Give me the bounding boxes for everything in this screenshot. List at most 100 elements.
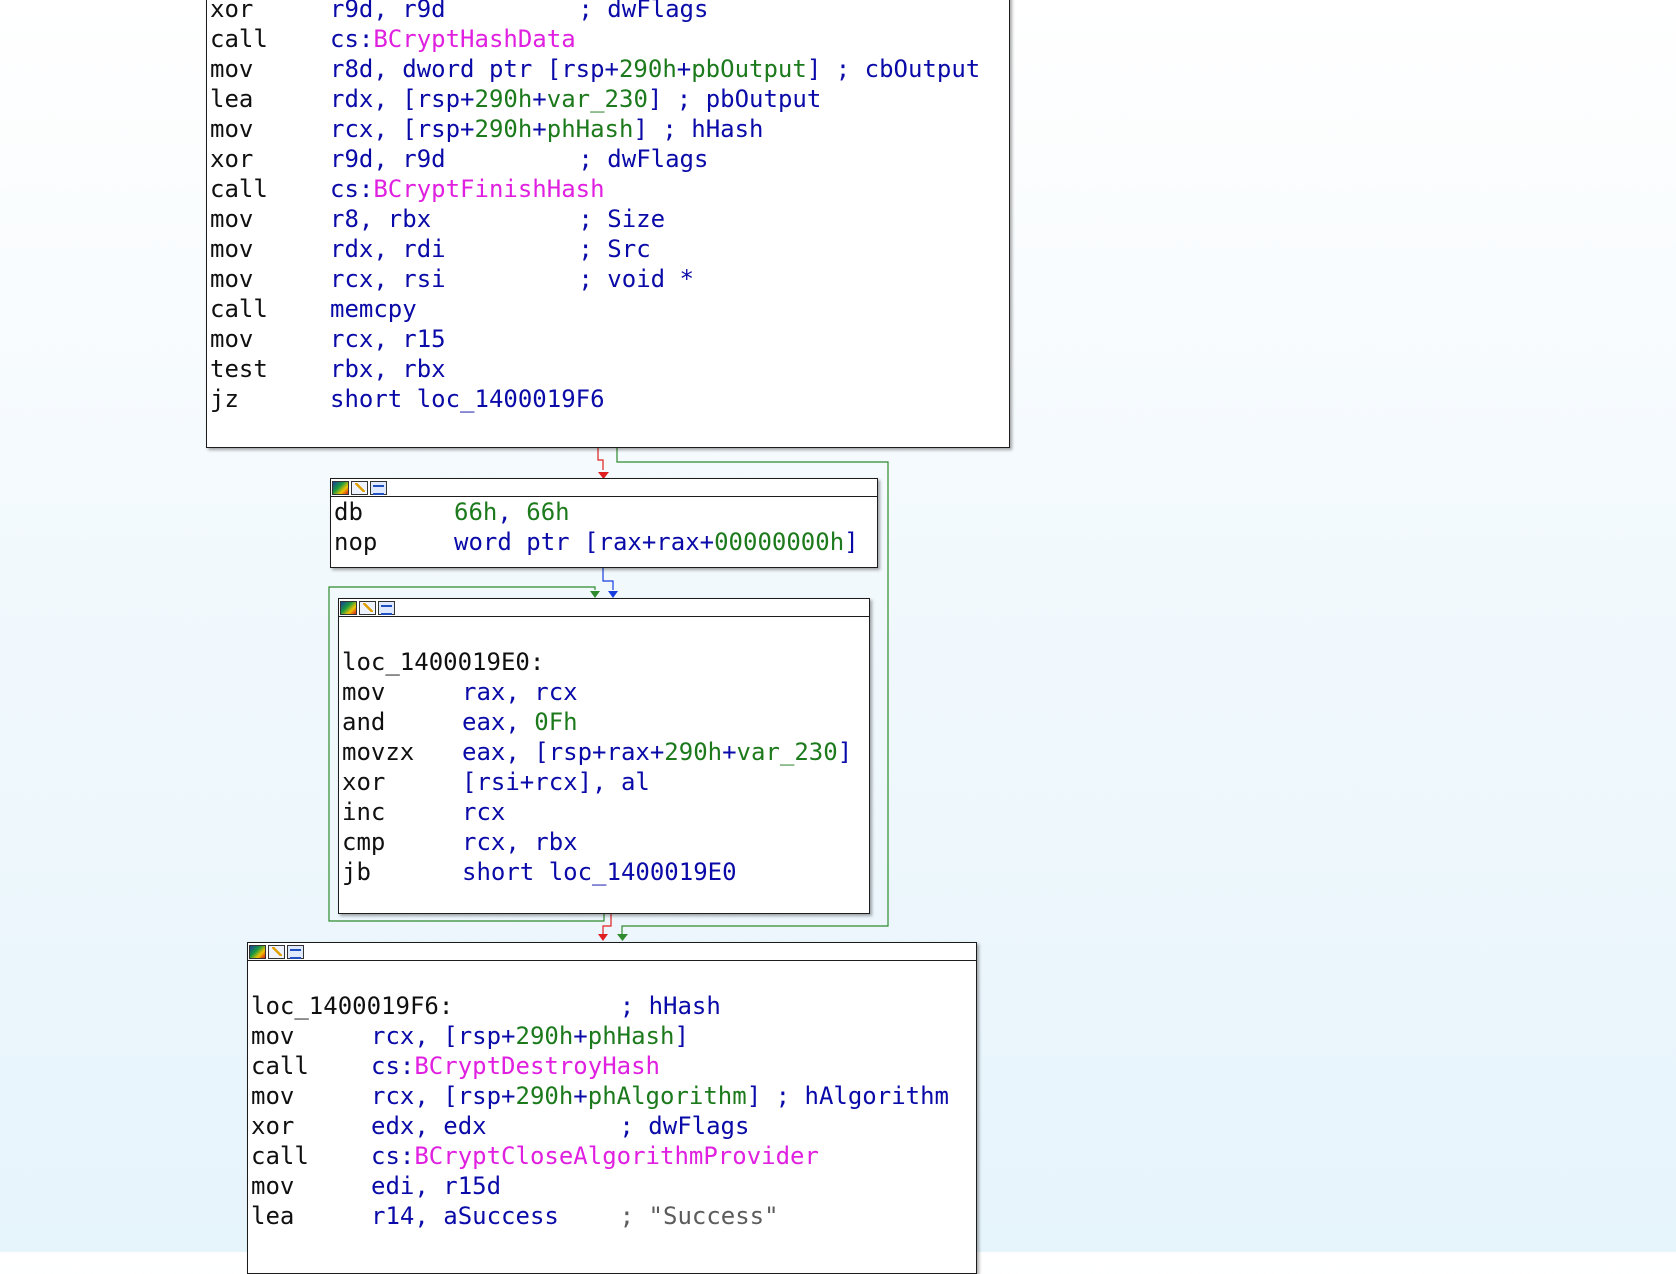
mnemonic: call (251, 1052, 309, 1080)
node-group-icon[interactable] (287, 944, 304, 959)
block-label[interactable]: loc_1400019E0: (342, 647, 869, 677)
instruction-line[interactable]: mov edi, r15d (251, 1171, 976, 1201)
instruction-line[interactable]: call cs:BCryptDestroyHash (251, 1051, 976, 1081)
ida-graph-view[interactable]: xor r9d, r9d; dwFlags call cs:BCryptHashDat… (0, 0, 1676, 1274)
operand-text: r8, rbx (330, 205, 432, 233)
numeric-or-var: pbOutput (691, 55, 807, 83)
label-comment: ; hHash (619, 992, 721, 1020)
import-name[interactable]: BCryptFinishHash (373, 175, 604, 203)
operand-text: rcx, [rsp+ (330, 115, 475, 143)
instruction-line[interactable]: lea rdx, [rsp+290h+var_230] ; pbOutput (210, 84, 1009, 114)
operand-text: rcx, rsi (330, 265, 446, 293)
block-label[interactable]: loc_1400019F6: ; hHash (251, 991, 976, 1021)
mnemonic: and (342, 708, 386, 736)
operand-text: + (573, 1022, 588, 1050)
numeric-or-var: 00000000h (714, 528, 845, 556)
mnemonic: movzx (342, 738, 415, 766)
instruction-line[interactable]: cmp rcx, rbx (342, 827, 869, 857)
import-name[interactable]: BCryptDestroyHash (414, 1052, 660, 1080)
code-block-hash-finish[interactable]: xor r9d, r9d; dwFlags call cs:BCryptHashDat… (206, 0, 1010, 448)
edge-false-to-align (597, 448, 609, 479)
numeric-or-var: 290h (515, 1082, 574, 1110)
instruction-line[interactable]: xor r9d, r9d ; dwFlags (210, 144, 1009, 174)
instruction-line[interactable]: inc rcx (342, 797, 869, 827)
instruction-line[interactable]: mov rcx, [rsp+290h+phHash] ; hHash (210, 114, 1009, 144)
instruction-line[interactable]: jz short loc_1400019F6 (210, 384, 1009, 414)
instruction-line[interactable]: nop word ptr [rax+rax+00000000h] (334, 527, 877, 557)
operand-text: + (573, 1082, 588, 1110)
label-name[interactable]: loc_1400019E0: (342, 647, 544, 677)
code-lines: db 66h, 66h nop word ptr [rax+rax+00000000h… (331, 497, 877, 557)
mnemonic: mov (210, 115, 254, 143)
operand-text: rax, rcx (462, 678, 578, 706)
instruction-line[interactable]: mov rcx, [rsp+290h+phAlgorithm] ; hAlgori… (251, 1081, 976, 1111)
code-lines: loc_1400019F6:; hHash mov rcx, [rsp+290h+p… (248, 961, 976, 1231)
operand-text: ] (674, 1022, 689, 1050)
mnemonic: call (210, 175, 268, 203)
mnemonic: call (251, 1142, 309, 1170)
label-name[interactable]: loc_1400019F6: (251, 991, 453, 1021)
edge-flow-to-loop (602, 567, 618, 598)
instruction-line[interactable]: xor [rsi+rcx], al (342, 767, 869, 797)
code-block-align[interactable]: db 66h, 66h nop word ptr [rax+rax+00000000h… (330, 478, 878, 568)
node-group-icon[interactable] (378, 600, 395, 615)
comment: ; Src (578, 235, 651, 263)
node-color-icon[interactable] (340, 600, 357, 615)
operand-text: rdx, [rsp+ (330, 85, 475, 113)
instruction-line[interactable]: jb short loc_1400019E0 (342, 857, 869, 887)
node-color-icon[interactable] (332, 480, 349, 495)
edge-loop-exit (598, 913, 612, 941)
instruction-line[interactable]: call cs:BCryptCloseAlgorithmProvider (251, 1141, 976, 1171)
comment: ; dwFlags (578, 145, 709, 173)
mnemonic: xor (210, 0, 254, 23)
operand-text: cs: (371, 1142, 415, 1170)
instruction-line[interactable]: mov rcx, r15 (210, 324, 1009, 354)
instruction-line[interactable]: test rbx, rbx (210, 354, 1009, 384)
instruction-line[interactable]: call cs:BCryptFinishHash (210, 174, 1009, 204)
import-name[interactable]: BCryptHashData (373, 25, 575, 53)
operand-text: [rsi+rcx], al (462, 768, 650, 796)
mnemonic: db (334, 498, 363, 526)
instruction-line[interactable]: db 66h, 66h (334, 497, 877, 527)
instruction-line[interactable]: mov rcx, [rsp+290h+phHash] (251, 1021, 976, 1051)
block-titlebar (331, 479, 877, 497)
node-rename-icon[interactable] (359, 600, 376, 615)
mnemonic: call (210, 25, 268, 53)
node-rename-icon[interactable] (268, 944, 285, 959)
mnemonic: xor (342, 768, 386, 796)
instruction-line[interactable]: mov r8, rbx ; Size (210, 204, 1009, 234)
operand-text: r14, aSuccess (371, 1202, 559, 1230)
operand-text: r8d, dword ptr [rsp+ (330, 55, 619, 83)
node-rename-icon[interactable] (351, 480, 368, 495)
code-block-loop[interactable]: loc_1400019E0: mov rax, rcx and eax, 0Fh movz… (338, 598, 870, 914)
code-lines: loc_1400019E0: mov rax, rcx and eax, 0Fh movz… (339, 617, 869, 887)
instruction-line[interactable]: call memcpy (210, 294, 1009, 324)
operand-text: short loc_1400019F6 (330, 385, 605, 413)
instruction-line[interactable]: call cs:BCryptHashData (210, 24, 1009, 54)
operand-text: edi, r15d (371, 1172, 502, 1200)
mnemonic: test (210, 355, 268, 383)
mnemonic: mov (210, 325, 254, 353)
instruction-line[interactable]: xor r9d, r9d ; dwFlags (210, 0, 1009, 24)
operand-text: rcx (462, 798, 506, 826)
instruction-line[interactable]: movzx eax, [rsp+rax+290h+var_230] (342, 737, 869, 767)
instruction-line[interactable]: mov rdx, rdi ; Src (210, 234, 1009, 264)
node-group-icon[interactable] (370, 480, 387, 495)
instruction-line[interactable]: mov rcx, rsi ; void * (210, 264, 1009, 294)
comment: ; "Success" (619, 1202, 779, 1230)
block-titlebar (339, 599, 869, 617)
comment: ; dwFlags (619, 1112, 750, 1140)
operand-text: cs: (371, 1052, 415, 1080)
instruction-line[interactable]: and eax, 0Fh (342, 707, 869, 737)
instruction-line[interactable]: mov rax, rcx (342, 677, 869, 707)
node-color-icon[interactable] (249, 944, 266, 959)
instruction-line[interactable]: mov r8d, dword ptr [rsp+290h+pbOutput] ; … (210, 54, 1009, 84)
instruction-line[interactable]: lea r14, aSuccess ; "Success" (251, 1201, 976, 1231)
numeric-or-var: 290h (664, 738, 723, 766)
code-block-cleanup[interactable]: loc_1400019F6:; hHash mov rcx, [rsp+290h+p… (247, 942, 977, 1274)
call-target[interactable]: memcpy (330, 295, 417, 323)
instruction-line[interactable]: xor edx, edx ; dwFlags (251, 1111, 976, 1141)
import-name[interactable]: BCryptCloseAlgorithmProvider (414, 1142, 819, 1170)
